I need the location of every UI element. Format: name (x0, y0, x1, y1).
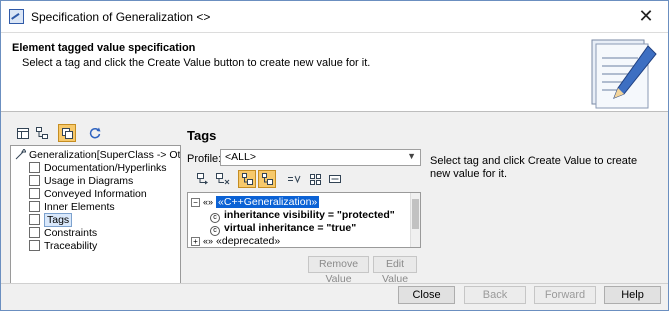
tag-property-inheritance-visibility[interactable]: c inheritance visibility = "protected" (210, 209, 395, 223)
tag-property-label: inheritance visibility = "protected" (224, 209, 395, 221)
back-button[interactable]: Back (464, 286, 526, 304)
tag-group-cpp-generalization[interactable]: − «» «C++Generalization» (191, 196, 320, 209)
tags-title: Tags (187, 128, 217, 143)
page-icon (29, 214, 40, 225)
hint-text: Select tag and click Create Value to cre… (430, 155, 638, 180)
edit-value-button[interactable]: Edit Value (373, 256, 417, 285)
tree-item-label: Tags (44, 213, 73, 227)
value-equals-icon[interactable] (285, 170, 303, 188)
left-toolbar (10, 121, 181, 145)
page-icon (29, 201, 40, 212)
grid-view-icon[interactable] (306, 170, 324, 188)
show-values-icon[interactable] (258, 170, 276, 188)
tree-item-label: Usage in Diagrams (44, 175, 134, 187)
expand-toggle-icon[interactable]: + (191, 237, 200, 246)
page-icon (29, 227, 40, 238)
compact-view-icon[interactable] (58, 124, 76, 142)
tree-item-conveyed-information[interactable]: Conveyed Information (29, 188, 147, 201)
table-view-icon[interactable] (14, 124, 32, 142)
tree-item-label: Constraints (44, 227, 98, 239)
profile-select[interactable]: <ALL> ▼ (220, 149, 421, 166)
stereotype-icon: «» (203, 197, 214, 207)
tree-item-constraints[interactable]: Constraints (29, 227, 97, 240)
details-view-icon[interactable] (326, 170, 344, 188)
close-window-icon[interactable]: ✕ (633, 4, 659, 28)
expand-all-icon[interactable] (195, 170, 213, 188)
app-icon (9, 9, 24, 24)
window-title: Specification of Generalization <> (31, 10, 211, 24)
specification-tree: Generalization[SuperClass -> OtherBas Do… (10, 145, 181, 284)
tags-scrollbar[interactable] (410, 193, 420, 247)
profile-label: Profile: (187, 153, 222, 165)
generalization-icon (15, 148, 27, 160)
refresh-icon[interactable] (86, 124, 104, 142)
tags-tree: − «» «C++Generalization» c inheritance visi… (187, 192, 421, 248)
profile-value: <ALL> (225, 151, 256, 163)
tree-item-label: Documentation/Hyperlinks (44, 162, 167, 174)
tag-group-label: «C++Generalization» (216, 196, 320, 208)
tree-item-tags[interactable]: Tags (29, 213, 73, 227)
page-icon (29, 162, 40, 173)
scrollbar-thumb[interactable] (412, 199, 419, 229)
title-bar: Specification of Generalization <> ✕ (1, 1, 668, 32)
page-icon (29, 240, 40, 251)
show-tags-icon[interactable] (238, 170, 256, 188)
tree-item-label: Conveyed Information (44, 188, 147, 200)
tree-item-label: Traceability (44, 240, 98, 252)
page-icon (29, 175, 40, 186)
help-button[interactable]: Help (604, 286, 661, 304)
forward-button[interactable]: Forward (534, 286, 596, 304)
left-panel: Generalization[SuperClass -> OtherBas Do… (10, 121, 181, 284)
tree-view-icon[interactable] (33, 124, 51, 142)
tree-item-label: Inner Elements (44, 201, 115, 213)
header-subtitle: Select a tag and click the Create Value … (22, 57, 371, 69)
collapse-toggle-icon[interactable]: − (191, 198, 200, 207)
header-title: Element tagged value specification (12, 42, 196, 54)
tree-root-label: Generalization[SuperClass -> OtherBas (29, 149, 181, 161)
tree-root[interactable]: Generalization[SuperClass -> OtherBas (15, 148, 181, 162)
tree-item-usage-in-diagrams[interactable]: Usage in Diagrams (29, 175, 133, 188)
stereotype-icon: «» (203, 236, 214, 246)
specification-window: Specification of Generalization <> ✕ Ele… (0, 0, 669, 311)
remove-value-button[interactable]: Remove Value (308, 256, 369, 285)
chevron-down-icon: ▼ (407, 151, 416, 161)
close-button[interactable]: Close (398, 286, 455, 304)
tree-item-documentation[interactable]: Documentation/Hyperlinks (29, 162, 167, 175)
collapse-all-icon[interactable] (214, 170, 232, 188)
tag-group-label: «deprecated» (216, 235, 281, 247)
footer-divider (1, 283, 668, 284)
tag-property-virtual-inheritance[interactable]: c virtual inheritance = "true" (210, 222, 357, 236)
document-pencil-icon (591, 39, 657, 109)
tags-toolbar (191, 169, 351, 189)
page-icon (29, 188, 40, 199)
tree-item-traceability[interactable]: Traceability (29, 240, 97, 253)
tag-property-label: virtual inheritance = "true" (224, 222, 357, 234)
header-banner: Element tagged value specification Selec… (1, 32, 668, 112)
tag-group-deprecated[interactable]: + «» «deprecated» (191, 235, 281, 247)
